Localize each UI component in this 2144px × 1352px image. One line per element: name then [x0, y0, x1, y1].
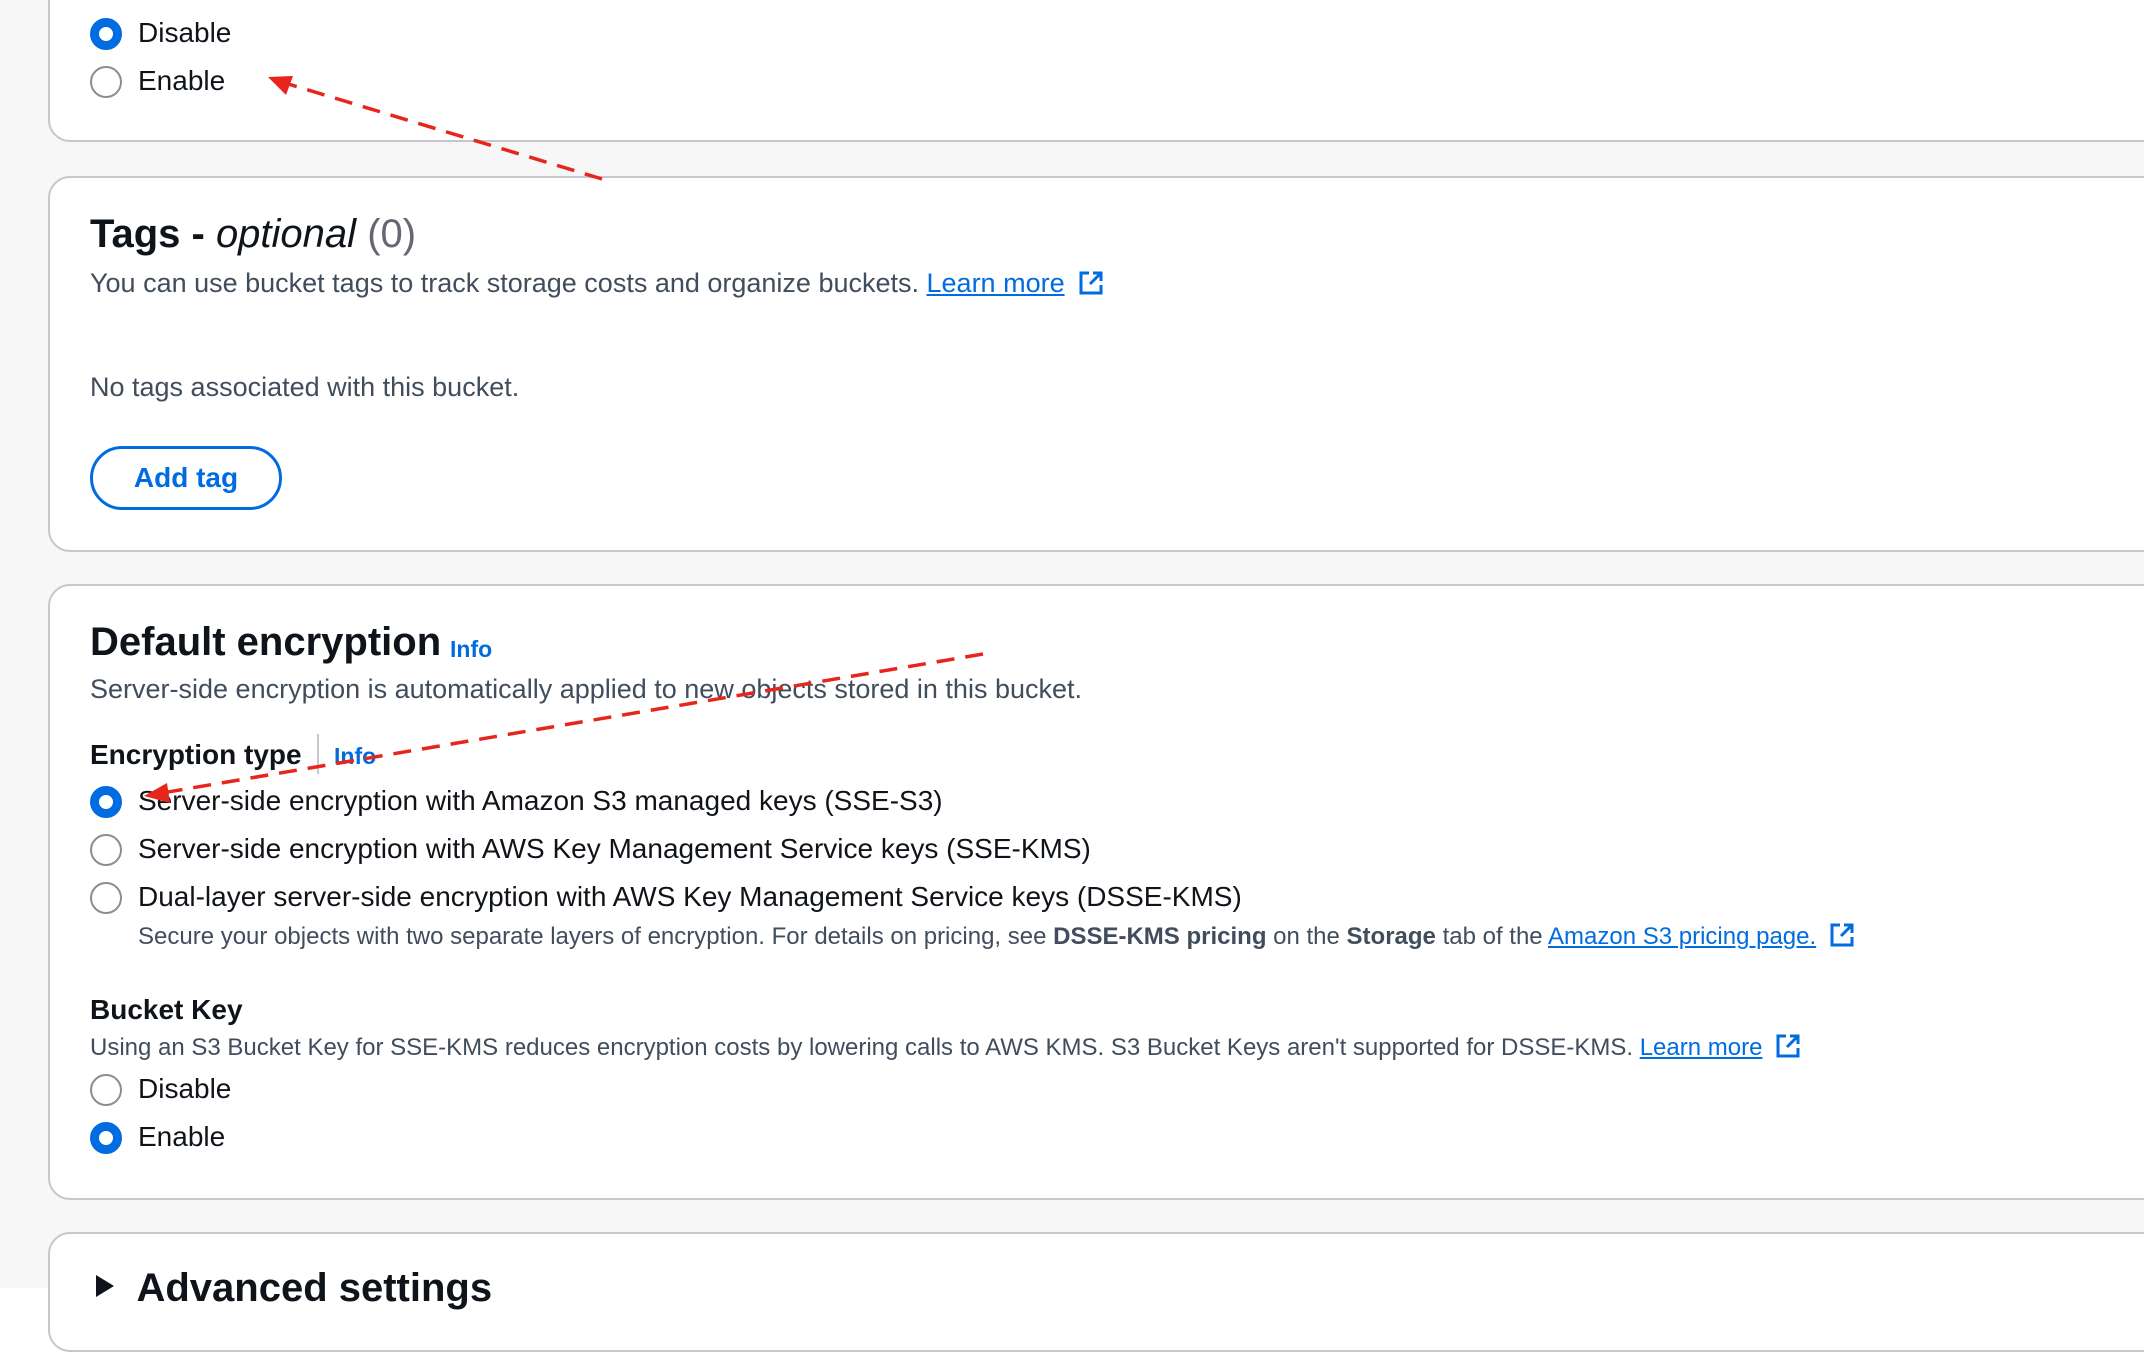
s3-pricing-link[interactable]: Amazon S3 pricing page.	[1548, 923, 1816, 950]
default-encryption-description: Server-side encryption is automatically …	[90, 674, 1082, 704]
advanced-settings-toggle[interactable]: Advanced settings	[90, 1266, 492, 1311]
bucket-key-description-row: Using an S3 Bucket Key for SSE-KMS reduc…	[90, 1033, 1801, 1062]
tags-description: You can use bucket tags to track storage…	[90, 268, 919, 298]
bucket-key-disable-radio[interactable]	[90, 1074, 122, 1106]
dsse-note-bold-2: Storage	[1346, 923, 1436, 950]
bucket-key-disable-label: Disable	[138, 1073, 232, 1104]
top-enable-label: Enable	[138, 65, 226, 96]
tags-title-optional: optional	[215, 212, 357, 256]
bucket-key-enable-label: Enable	[138, 1121, 226, 1152]
top-enable-radio[interactable]	[90, 66, 122, 98]
tags-learn-more-link[interactable]: Learn more	[927, 268, 1065, 298]
external-link-icon	[1829, 922, 1855, 948]
bucket-key-label: Bucket Key	[90, 994, 243, 1025]
label-divider	[317, 734, 319, 774]
external-link-icon	[1775, 1033, 1801, 1059]
default-encryption-title: Default encryption	[90, 620, 442, 664]
add-tag-button[interactable]: Add tag	[90, 446, 282, 510]
bucket-key-enable-radio[interactable]	[90, 1122, 122, 1154]
dsse-kms-radio[interactable]	[90, 882, 122, 914]
dsse-note-text-3: tab of the	[1435, 923, 1548, 950]
top-disable-radio[interactable]	[90, 18, 122, 50]
bucket-key-learn-more-link[interactable]: Learn more	[1640, 1034, 1763, 1061]
tags-empty-text: No tags associated with this bucket.	[90, 372, 520, 402]
tags-count: (0)	[367, 212, 417, 256]
encryption-type-label: Encryption type	[90, 739, 302, 770]
caret-right-icon	[90, 1272, 118, 1305]
sse-s3-label: Server-side encryption with Amazon S3 ma…	[138, 785, 943, 816]
sse-kms-label: Server-side encryption with AWS Key Mana…	[138, 833, 1091, 864]
default-encryption-info-link[interactable]: Info	[450, 636, 492, 663]
tags-heading: Tags - optional (0)	[90, 212, 416, 257]
advanced-settings-label: Advanced settings	[136, 1266, 493, 1310]
tags-title: Tags -	[90, 212, 216, 256]
dsse-kms-label: Dual-layer server-side encryption with A…	[138, 881, 1242, 912]
dsse-note-bold-1: DSSE-KMS pricing	[1053, 923, 1267, 950]
object-ownership-card	[48, 0, 2144, 142]
dsse-note-text-1: Secure your objects with two separate la…	[138, 923, 1054, 950]
dsse-kms-note: Secure your objects with two separate la…	[138, 922, 1855, 951]
tags-description-row: You can use bucket tags to track storage…	[90, 268, 1104, 299]
dsse-note-text-2: on the	[1266, 923, 1347, 950]
bucket-key-description: Using an S3 Bucket Key for SSE-KMS reduc…	[90, 1034, 1634, 1061]
top-disable-label: Disable	[138, 17, 232, 48]
external-link-icon	[1078, 270, 1104, 296]
encryption-type-info-link[interactable]: Info	[334, 743, 376, 770]
sse-s3-radio[interactable]	[90, 786, 122, 818]
sse-kms-radio[interactable]	[90, 834, 122, 866]
